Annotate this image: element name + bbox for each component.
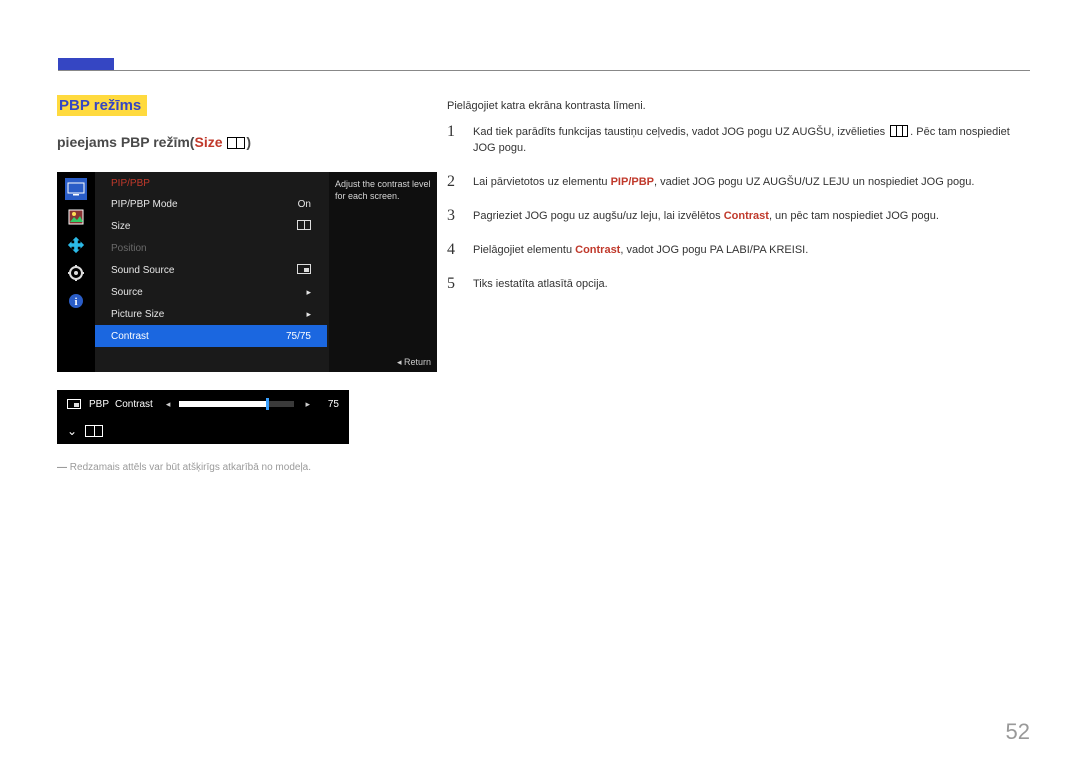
intro-text: Pielāgojiet katra ekrāna kontrasta līmen… (447, 100, 1027, 112)
dual-screen-icon (227, 137, 245, 149)
step-number: 3 (447, 208, 461, 224)
chevron-right-icon: ▸ (306, 309, 311, 320)
osd-row-pipmode[interactable]: PIP/PBP Mode On (95, 193, 327, 215)
osd-row-label: Position (111, 243, 311, 254)
osd-row-picturesize[interactable]: Picture Size ▸ (95, 303, 327, 325)
step-number: 2 (447, 174, 461, 190)
step-pre: Pagrieziet JOG pogu uz augšu/uz leju, la… (473, 210, 724, 222)
step-post: , un pēc tam nospiediet JOG pogu. (769, 210, 939, 222)
chevron-down-icon[interactable]: ⌄ (67, 424, 77, 438)
slider-label: Contrast (115, 399, 153, 410)
left-column: PBP režīms pieejams PBP režīm(Size ) i P… (57, 95, 437, 473)
osd-title: PIP/PBP (95, 172, 327, 193)
osd-row-value: On (298, 199, 311, 210)
slider-foot: ⌄ (57, 418, 349, 444)
step-pre: Pielāgojiet elementu (473, 244, 575, 256)
osd-return[interactable]: ◂ Return (397, 356, 431, 368)
pip-icon (67, 399, 81, 409)
osd-sidebar: i (57, 172, 95, 372)
osd-tab-picture-icon[interactable] (65, 206, 87, 228)
step-body: Lai pārvietotos uz elementu PIP/PBP, vad… (473, 174, 1027, 190)
osd-row-label: Source (111, 287, 306, 298)
pip-icon (297, 264, 311, 274)
slider-track[interactable] (179, 401, 294, 407)
osd-row-position: Position (95, 237, 327, 259)
step-pre: Kad tiek parādīts funkcijas taustiņu ceļ… (473, 126, 888, 138)
step-number: 4 (447, 242, 461, 258)
dual-screen-icon (297, 220, 311, 230)
grid-menu-icon (890, 125, 908, 137)
slider-value: 75 (319, 399, 339, 410)
svg-text:i: i (74, 296, 77, 308)
step-body: Pielāgojiet elementu Contrast, vadot JOG… (473, 242, 1027, 258)
header-rule (58, 70, 1030, 71)
right-column: Pielāgojiet katra ekrāna kontrasta līmen… (447, 100, 1027, 310)
step-keyword: Contrast (724, 210, 769, 222)
osd-row-value (297, 264, 311, 276)
osd-hint: Adjust the contrast level for each scree… (329, 172, 437, 372)
subheading-suffix: ) (246, 134, 251, 150)
osd-row-value: 75/75 (286, 331, 311, 342)
osd-hint-text: Adjust the contrast level for each scree… (335, 179, 431, 201)
osd-row-soundsource[interactable]: Sound Source (95, 259, 327, 281)
step-body: Pagrieziet JOG pogu uz augšu/uz leju, la… (473, 208, 1027, 224)
chevron-left-icon: ◂ (397, 357, 404, 367)
osd-tab-info-icon[interactable]: i (65, 290, 87, 312)
slider-fill (179, 401, 265, 407)
osd-row-contrast[interactable]: Contrast 75/75 (95, 325, 327, 347)
contrast-slider-panel: PBP Contrast ◂ ▸ 75 ⌄ (57, 390, 349, 444)
slider-badge: PBP (89, 399, 109, 410)
header-accent (58, 58, 114, 70)
slider-knob[interactable] (266, 398, 269, 410)
step-number: 5 (447, 276, 461, 292)
osd-row-label: Size (111, 221, 297, 232)
osd-tab-settings-icon[interactable] (65, 262, 87, 284)
step-5: 5 Tiks iestatīta atlasītā opcija. (447, 276, 1027, 292)
osd-menu: i PIP/PBP PIP/PBP Mode On Size Position … (57, 172, 437, 372)
section-heading: PBP režīms (57, 95, 147, 116)
slider-row: PBP Contrast ◂ ▸ 75 (57, 390, 349, 418)
chevron-right-icon[interactable]: ▸ (305, 399, 310, 410)
osd-row-label: Picture Size (111, 309, 306, 320)
chevron-right-icon: ▸ (306, 287, 311, 298)
osd-row-size[interactable]: Size (95, 215, 327, 237)
dash-icon: ― (57, 462, 70, 473)
step-number: 1 (447, 124, 461, 156)
step-body: Kad tiek parādīts funkcijas taustiņu ceļ… (473, 124, 1027, 156)
osd-main: PIP/PBP PIP/PBP Mode On Size Position So… (95, 172, 327, 372)
osd-row-label: PIP/PBP Mode (111, 199, 298, 210)
step-1: 1 Kad tiek parādīts funkcijas taustiņu c… (447, 124, 1027, 156)
step-3: 3 Pagrieziet JOG pogu uz augšu/uz leju, … (447, 208, 1027, 224)
osd-row-label: Sound Source (111, 265, 297, 276)
step-post: , vadiet JOG pogu UZ AUGŠU/UZ LEJU un no… (654, 176, 974, 188)
step-post: , vadot JOG pogu PA LABI/PA KREISI. (620, 244, 808, 256)
step-pre: Tiks iestatīta atlasītā opcija. (473, 278, 608, 290)
step-4: 4 Pielāgojiet elementu Contrast, vadot J… (447, 242, 1027, 258)
osd-row-label: Contrast (111, 331, 286, 342)
osd-tab-resize-icon[interactable] (65, 234, 87, 256)
step-body: Tiks iestatīta atlasītā opcija. (473, 276, 1027, 292)
section-subheading: pieejams PBP režīm(Size ) (57, 134, 437, 150)
chevron-left-icon[interactable]: ◂ (166, 399, 171, 410)
osd-tab-display-icon[interactable] (65, 178, 87, 200)
step-2: 2 Lai pārvietotos uz elementu PIP/PBP, v… (447, 174, 1027, 190)
osd-row-source[interactable]: Source ▸ (95, 281, 327, 303)
subheading-size: Size (194, 134, 222, 150)
return-label: Return (404, 357, 431, 367)
step-pre: Lai pārvietotos uz elementu (473, 176, 611, 188)
dual-screen-icon[interactable] (85, 425, 103, 437)
step-keyword: PIP/PBP (611, 176, 654, 188)
page-number: 52 (1006, 719, 1030, 745)
osd-row-value (297, 220, 311, 232)
subheading-prefix: pieejams PBP režīm( (57, 134, 194, 150)
step-keyword: Contrast (575, 244, 620, 256)
footnote-text: Redzamais attēls var būt atšķirīgs atkar… (70, 462, 311, 473)
footnote: ― Redzamais attēls var būt atšķirīgs atk… (57, 462, 437, 473)
